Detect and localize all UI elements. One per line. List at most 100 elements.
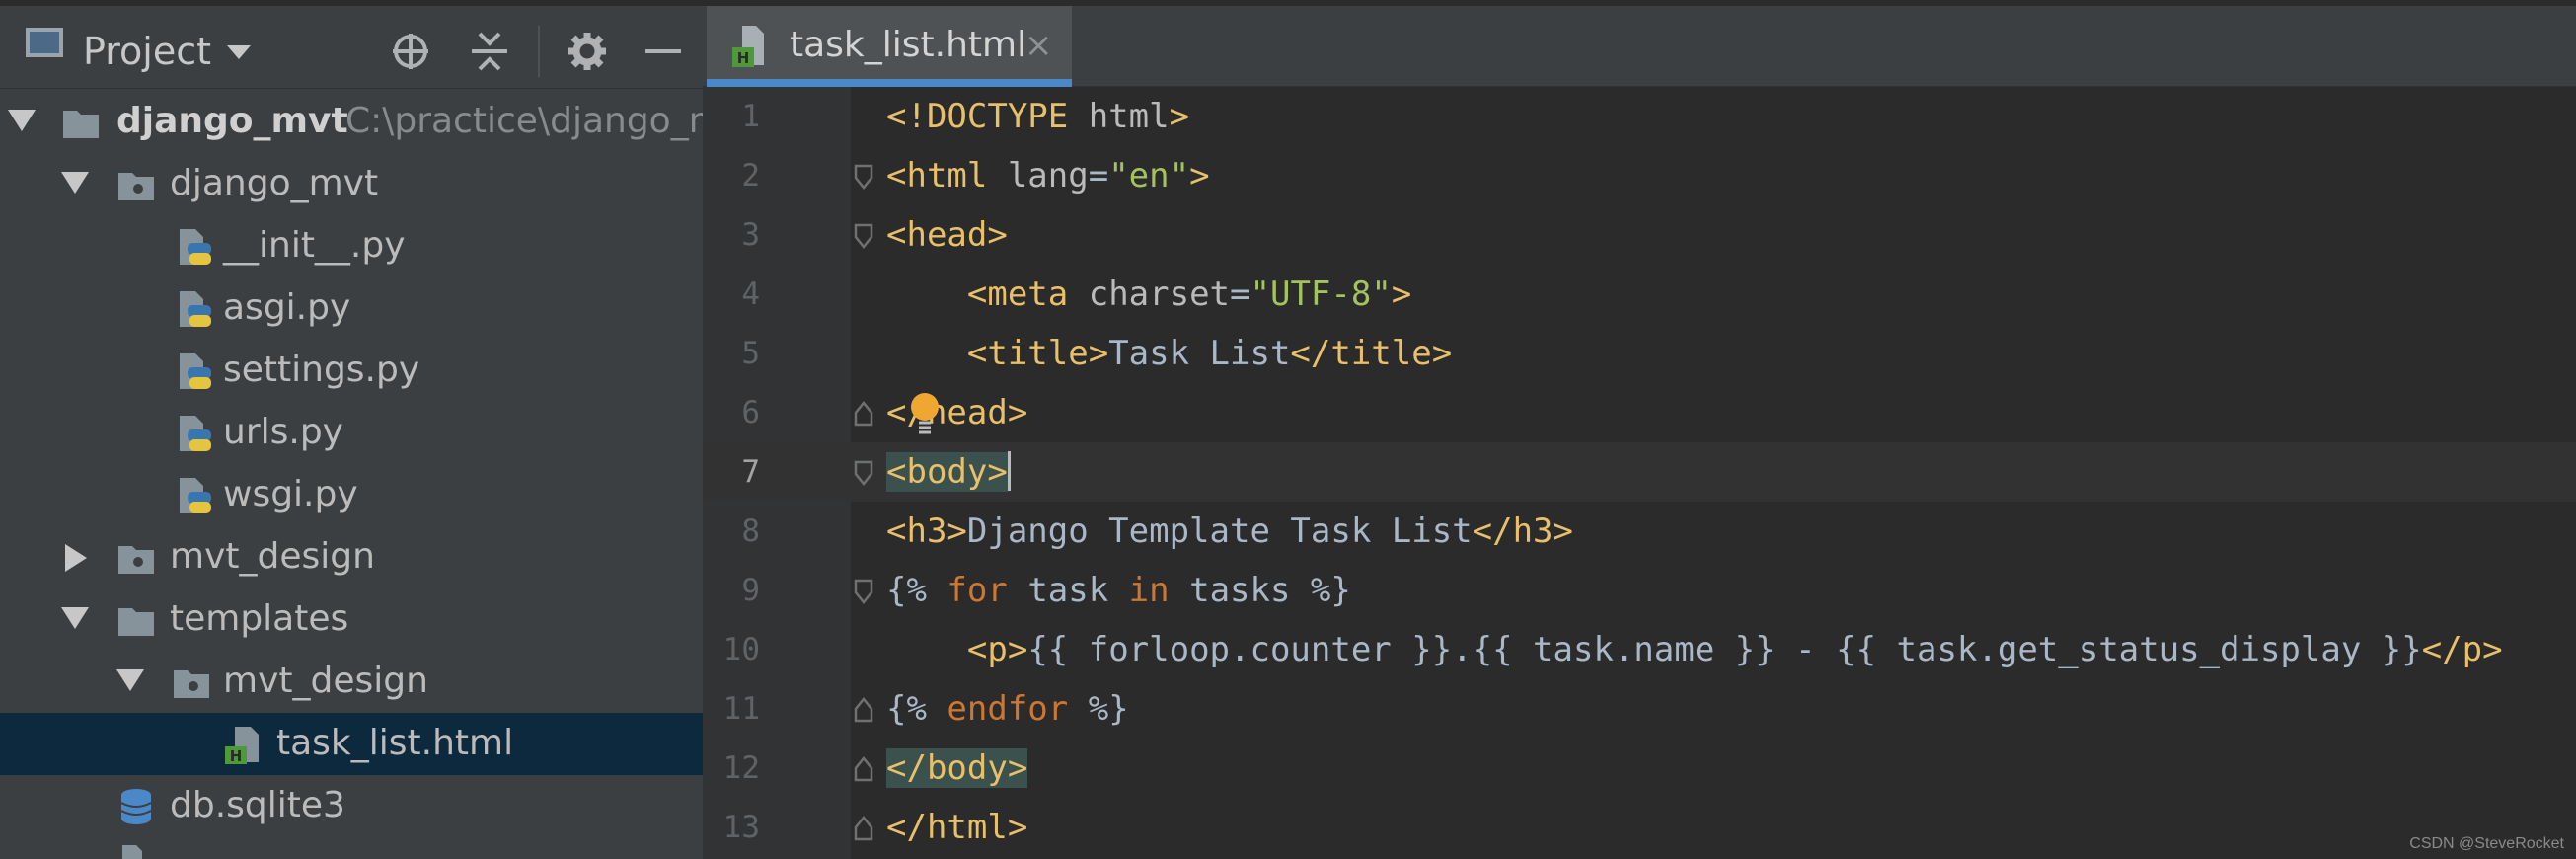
- code-token: in: [1128, 571, 1170, 610]
- tree-item-label: settings.py: [223, 350, 420, 390]
- code-line[interactable]: 1 <!DOCTYPE html>: [703, 87, 2576, 146]
- code-line[interactable]: 3 <head>: [703, 205, 2576, 265]
- locate-file-icon[interactable]: [391, 32, 430, 71]
- tree-item-label: wsgi.py: [223, 474, 358, 514]
- code-line[interactable]: 8 <h3>Django Template Task List</h3>: [703, 502, 2576, 561]
- tree-item-label: mvt_design: [223, 661, 428, 701]
- fold-marker-icon[interactable]: [853, 458, 874, 488]
- line-number: 12: [722, 750, 760, 786]
- tree-item-task-list-html[interactable]: H task_list.html: [0, 713, 703, 775]
- expand-arrow-icon[interactable]: [116, 669, 144, 691]
- html-file-icon: H: [225, 727, 259, 764]
- line-number: 5: [741, 336, 760, 371]
- code-text: <!DOCTYPE html>: [886, 93, 1189, 140]
- line-number: 9: [741, 573, 760, 608]
- fold-marker-icon[interactable]: [853, 814, 874, 843]
- code-token: html: [1068, 97, 1170, 136]
- package-folder-icon: [174, 670, 209, 698]
- tab-task-list-html[interactable]: H task_list.html ×: [707, 6, 1072, 87]
- fold-marker-icon[interactable]: [853, 577, 874, 606]
- tree-item-project-root[interactable]: django_mvt C:\practice\django_m: [0, 91, 703, 153]
- code-token: >: [1391, 274, 1412, 314]
- code-line[interactable]: 2 <html lang="en">: [703, 146, 2576, 205]
- python-file-icon: [180, 478, 211, 513]
- tree-item-label: templates: [170, 598, 349, 639]
- code-token: </h3>: [1472, 511, 1573, 551]
- code-line[interactable]: 10 <p>{{ forloop.counter }}.{{ task.name…: [703, 620, 2576, 679]
- code-token: </html>: [886, 808, 1028, 847]
- line-number: 3: [741, 217, 760, 253]
- code-token: endfor: [947, 689, 1069, 729]
- code-text: <title>Task List</title>: [886, 330, 1452, 377]
- expand-arrow-icon[interactable]: [61, 607, 89, 629]
- code-text: <body>: [886, 448, 1011, 496]
- code-token: charset: [1068, 274, 1231, 314]
- tree-item-label: db.sqlite3: [170, 785, 345, 825]
- gear-icon[interactable]: [568, 32, 607, 71]
- hide-panel-icon[interactable]: [644, 32, 683, 71]
- database-icon: [120, 789, 152, 824]
- code-token: lang: [987, 156, 1089, 195]
- tree-item-wsgi-py[interactable]: wsgi.py: [0, 464, 703, 526]
- expand-arrow-icon[interactable]: [61, 172, 89, 194]
- project-view-icon: [26, 28, 63, 57]
- python-file-icon: [180, 416, 211, 451]
- tree-item-settings-py[interactable]: settings.py: [0, 340, 703, 402]
- python-file-icon: [180, 291, 211, 327]
- project-name: django_mvt: [116, 101, 348, 141]
- code-line[interactable]: 9 {% for task in tasks %}: [703, 561, 2576, 620]
- line-number: 4: [741, 276, 760, 312]
- python-file-icon: [180, 353, 211, 389]
- tree-item-label: mvt_design: [170, 536, 375, 577]
- tree-item-label: django_mvt: [170, 163, 379, 203]
- text-cursor: [1007, 451, 1011, 491]
- code-text: {% for task in tasks %}: [886, 567, 1351, 614]
- collapse-arrow-icon[interactable]: [65, 544, 87, 572]
- code-token: <p>: [966, 630, 1028, 669]
- tree-item-init-py[interactable]: __init__.py: [0, 215, 703, 277]
- line-number: 2: [741, 158, 760, 194]
- fold-marker-icon[interactable]: [853, 221, 874, 251]
- code-line[interactable]: 5 <title>Task List</title>: [703, 324, 2576, 383]
- tree-item-db-sqlite3[interactable]: db.sqlite3: [0, 775, 703, 837]
- fold-marker-icon[interactable]: [853, 162, 874, 192]
- code-line[interactable]: 7 <body>: [703, 442, 2576, 502]
- line-number: 7: [741, 454, 760, 490]
- tree-item-label: asgi.py: [223, 287, 351, 328]
- intention-bulb-icon[interactable]: [908, 391, 942, 434]
- fold-marker-icon[interactable]: [853, 754, 874, 784]
- fold-marker-icon[interactable]: [853, 399, 874, 429]
- tree-item-mvt-design[interactable]: mvt_design: [0, 526, 703, 588]
- code-text: <html lang="en">: [886, 152, 1210, 199]
- tree-item-asgi-py[interactable]: asgi.py: [0, 277, 703, 340]
- line-number: 11: [722, 691, 760, 727]
- code-token: =: [1230, 274, 1250, 314]
- tree-item-templates[interactable]: templates: [0, 588, 703, 651]
- tree-item-templates-mvt-design[interactable]: mvt_design: [0, 651, 703, 713]
- code-line[interactable]: 6 </head>: [703, 383, 2576, 442]
- code-token: Django Template Task List: [966, 511, 1473, 551]
- fold-marker-icon[interactable]: [853, 695, 874, 725]
- editor-tab-bar: H task_list.html ×: [703, 0, 2576, 87]
- code-token: {%: [886, 571, 947, 610]
- code-token: Task List: [1108, 334, 1291, 373]
- svg-text:H: H: [230, 747, 243, 764]
- code-token: <meta: [966, 274, 1069, 314]
- code-line[interactable]: 11 {% endfor %}: [703, 679, 2576, 739]
- collapse-all-icon[interactable]: [470, 32, 509, 71]
- tree-item-urls-py[interactable]: urls.py: [0, 402, 703, 464]
- code-line[interactable]: 12 </body>: [703, 739, 2576, 798]
- code-token: >: [1189, 156, 1210, 195]
- expand-arrow-icon[interactable]: [8, 110, 36, 131]
- close-icon[interactable]: ×: [1024, 22, 1053, 69]
- line-number: 6: [741, 395, 760, 430]
- code-token: </p>: [2421, 630, 2503, 669]
- project-panel: Project django_mvt C:\practice\django_m …: [0, 0, 703, 859]
- chevron-down-icon[interactable]: [227, 45, 251, 59]
- code-line[interactable]: 4 <meta charset="UTF-8">: [703, 265, 2576, 324]
- tree-item-django-mvt[interactable]: django_mvt: [0, 153, 703, 215]
- code-line[interactable]: 13 </html>: [703, 798, 2576, 857]
- project-panel-title[interactable]: Project: [83, 28, 211, 75]
- active-tab-indicator: [707, 79, 1072, 87]
